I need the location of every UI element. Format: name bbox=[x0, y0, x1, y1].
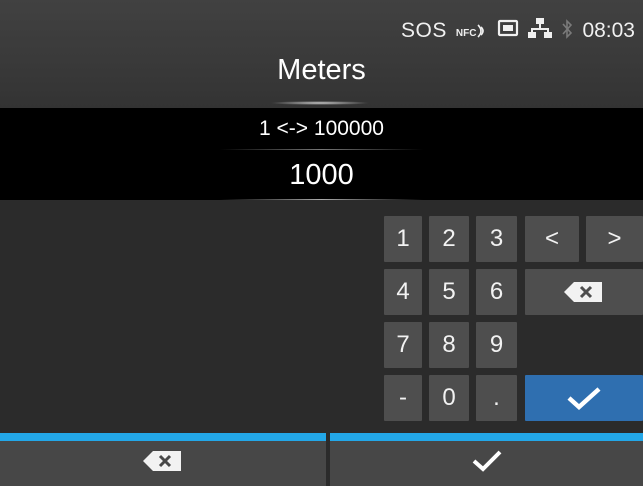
key-decimal[interactable]: . bbox=[476, 375, 517, 421]
divider bbox=[326, 433, 330, 486]
divider bbox=[220, 199, 423, 200]
key-cursor-right[interactable]: > bbox=[586, 216, 643, 262]
accent-bar bbox=[0, 433, 326, 441]
key-6[interactable]: 6 bbox=[476, 269, 517, 315]
clock: 08:03 bbox=[582, 19, 635, 42]
title-underline bbox=[270, 101, 370, 105]
network-icon bbox=[528, 17, 553, 45]
key-0[interactable]: 0 bbox=[429, 375, 469, 421]
key-4[interactable]: 4 bbox=[384, 269, 422, 315]
sos-indicator: SOS bbox=[401, 19, 447, 42]
accent-bar bbox=[330, 433, 643, 441]
key-3[interactable]: 3 bbox=[476, 216, 517, 262]
bottom-confirm-button[interactable] bbox=[330, 441, 643, 486]
range-hint: 1 <-> 100000 bbox=[0, 108, 643, 150]
checkmark-icon bbox=[566, 386, 602, 410]
key-8[interactable]: 8 bbox=[429, 322, 469, 368]
key-7[interactable]: 7 bbox=[384, 322, 422, 368]
page-title: Meters bbox=[277, 54, 366, 86]
confirm-key[interactable] bbox=[525, 375, 643, 421]
key-cursor-left[interactable]: < bbox=[525, 216, 579, 262]
bottom-backspace-button[interactable] bbox=[0, 441, 326, 486]
key-5[interactable]: 5 bbox=[429, 269, 469, 315]
sd-card-icon bbox=[497, 18, 519, 44]
key-2[interactable]: 2 bbox=[429, 216, 469, 262]
key-9[interactable]: 9 bbox=[476, 322, 517, 368]
key-1[interactable]: 1 bbox=[384, 216, 422, 262]
nfc-icon: NFC bbox=[456, 23, 489, 39]
status-bar: SOS NFC 08:03 bbox=[401, 16, 635, 46]
checkmark-icon bbox=[472, 450, 502, 477]
backspace-key[interactable] bbox=[525, 269, 643, 315]
backspace-icon bbox=[564, 282, 604, 302]
value-input[interactable]: 1000 bbox=[0, 150, 643, 200]
key-minus[interactable]: - bbox=[384, 375, 422, 421]
bluetooth-icon bbox=[561, 18, 573, 44]
backspace-icon bbox=[143, 451, 183, 476]
